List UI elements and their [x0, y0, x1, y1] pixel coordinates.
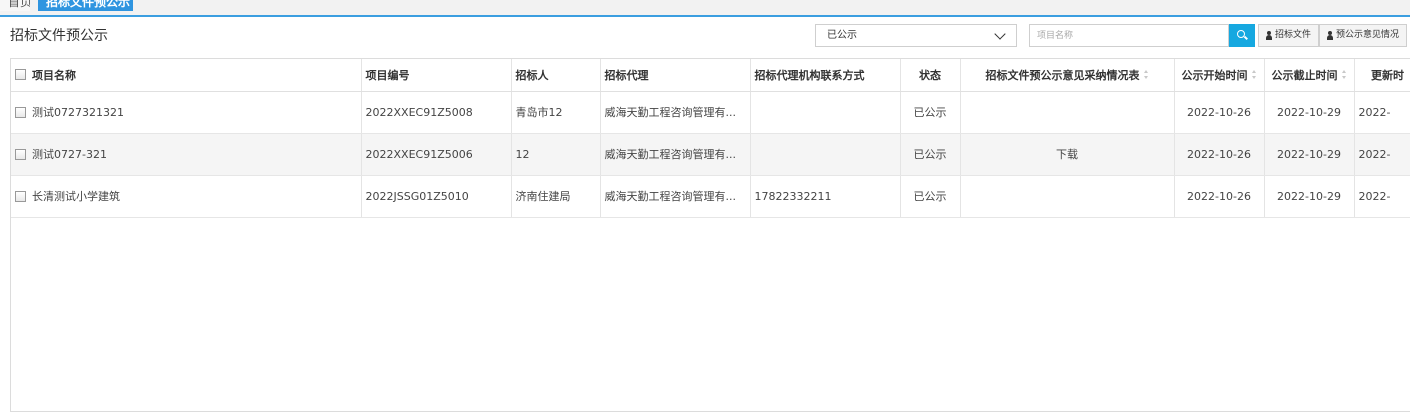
cell-tenderer: 青岛市12 — [511, 91, 601, 134]
search-icon-handle — [1244, 35, 1248, 40]
opinion-status-button[interactable]: 预公示意见情况 — [1319, 24, 1407, 47]
cell-updated: 2022- — [1354, 175, 1410, 218]
download-link[interactable]: 下载 — [960, 133, 1175, 176]
col-header-opinion-form[interactable]: 招标文件预公示意见采纳情况表 — [960, 59, 1175, 92]
tender-file-button[interactable]: 招标文件 — [1258, 24, 1319, 47]
tab-tender-preview[interactable]: 招标文件预公示 — [38, 0, 133, 11]
tender-file-button-label: 招标文件 — [1275, 30, 1312, 40]
row-checkbox[interactable] — [15, 148, 26, 160]
table-row[interactable]: 长清测试小学建筑 2022JSSG01Z5010 济南住建局 威海天勤工程咨询管… — [11, 175, 1410, 218]
cell-agent-contact: 17822332211 — [750, 175, 901, 218]
table-row[interactable]: 测试0727-321 2022XXEC91Z5006 12 威海天勤工程咨询管理… — [11, 133, 1410, 176]
col-header-status[interactable]: 状态 — [900, 59, 961, 92]
tab-home[interactable]: 首页 — [0, 0, 30, 11]
cell-tenderer: 济南住建局 — [511, 175, 601, 218]
select-all-checkbox[interactable] — [15, 69, 26, 81]
table-header-row: 项目名称 项目编号 招标人 招标代理 招标代理机构联系方式 状态 招标文件预公示… — [11, 59, 1410, 92]
row-checkbox[interactable] — [15, 190, 26, 202]
cell-code: 2022XXEC91Z5008 — [361, 91, 512, 134]
sort-icon[interactable] — [1341, 70, 1347, 80]
cell-agent: 威海天勤工程咨询管理有... — [600, 91, 751, 134]
sort-icon[interactable] — [1143, 70, 1149, 80]
cell-agent-contact — [750, 133, 901, 176]
cell-status: 已公示 — [900, 133, 961, 176]
col-header-agent[interactable]: 招标代理 — [600, 59, 751, 92]
cell-updated: 2022- — [1354, 91, 1410, 134]
cell-status: 已公示 — [900, 175, 961, 218]
page-title: 招标文件预公示 — [10, 28, 108, 44]
status-select-value: 已公示 — [827, 30, 857, 41]
cell-name: 测试0727321321 — [11, 91, 362, 134]
col-header-agent-contact[interactable]: 招标代理机构联系方式 — [750, 59, 901, 92]
cell-code: 2022XXEC91Z5006 — [361, 133, 512, 176]
col-header-tenderer[interactable]: 招标人 — [511, 59, 601, 92]
sort-icon[interactable] — [1251, 70, 1257, 80]
status-select[interactable]: 已公示 — [815, 24, 1017, 47]
cell-status: 已公示 — [900, 91, 961, 134]
cell-name: 长清测试小学建筑 — [11, 175, 362, 218]
search-input[interactable] — [1029, 24, 1229, 47]
col-header-start-date[interactable]: 公示开始时间 — [1174, 59, 1265, 92]
cell-name: 测试0727-321 — [11, 133, 362, 176]
cell-opinion-form — [960, 91, 1175, 134]
row-checkbox[interactable] — [15, 106, 26, 118]
table-row[interactable]: 测试0727321321 2022XXEC91Z5008 青岛市12 威海天勤工… — [11, 91, 1410, 134]
col-header-name[interactable]: 项目名称 — [11, 59, 362, 92]
cell-start-date: 2022-10-26 — [1174, 133, 1265, 176]
user-icon — [1327, 31, 1333, 40]
cell-agent-contact — [750, 91, 901, 134]
cell-tenderer: 12 — [511, 133, 601, 176]
cell-updated: 2022- — [1354, 133, 1410, 176]
tab-strip: 首页 招标文件预公示 — [0, 0, 1410, 17]
cell-start-date: 2022-10-26 — [1174, 175, 1265, 218]
col-header-end-date[interactable]: 公示截止时间 — [1264, 59, 1355, 92]
data-grid: 项目名称 项目编号 招标人 招标代理 招标代理机构联系方式 状态 招标文件预公示… — [10, 58, 1410, 412]
col-header-code[interactable]: 项目编号 — [361, 59, 512, 92]
cell-agent: 威海天勤工程咨询管理有... — [600, 175, 751, 218]
cell-end-date: 2022-10-29 — [1264, 133, 1355, 176]
user-icon — [1266, 31, 1272, 40]
search-button[interactable] — [1229, 24, 1255, 47]
col-header-updated[interactable]: 更新时 — [1354, 59, 1410, 92]
cell-end-date: 2022-10-29 — [1264, 175, 1355, 218]
cell-agent: 威海天勤工程咨询管理有... — [600, 133, 751, 176]
cell-start-date: 2022-10-26 — [1174, 91, 1265, 134]
chevron-down-icon — [994, 28, 1006, 40]
cell-end-date: 2022-10-29 — [1264, 91, 1355, 134]
opinion-status-button-label: 预公示意见情况 — [1336, 30, 1400, 40]
cell-code: 2022JSSG01Z5010 — [361, 175, 512, 218]
cell-opinion-form — [960, 175, 1175, 218]
